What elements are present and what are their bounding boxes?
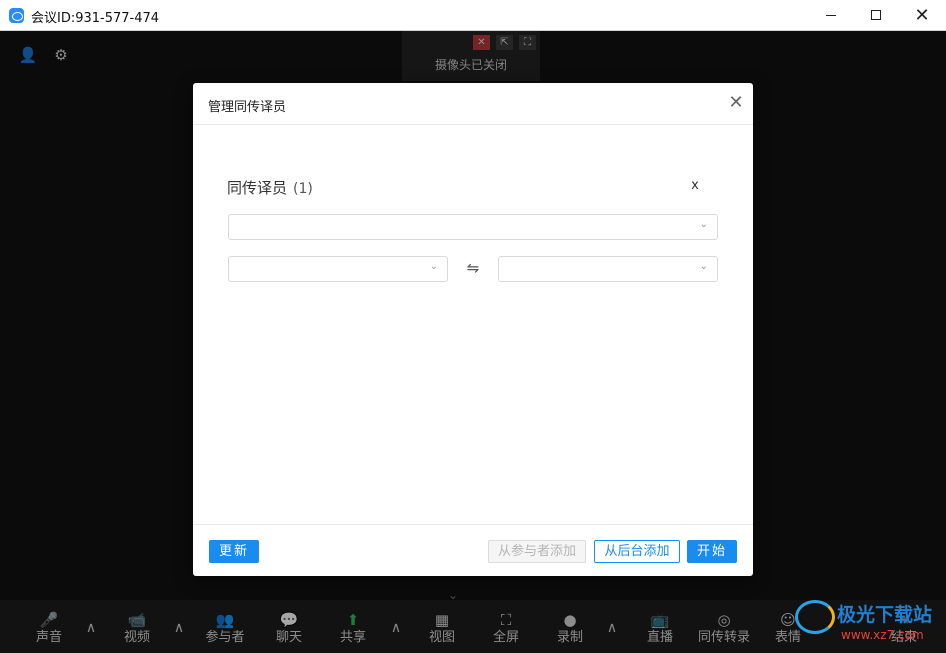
maximize-button[interactable] — [853, 0, 899, 30]
maximize-icon — [871, 10, 881, 20]
minimize-button[interactable] — [808, 0, 854, 30]
watermark: 极光下载站 www.xz7.com — [795, 598, 945, 653]
watermark-logo-icon — [795, 600, 835, 634]
remove-interpreter-icon[interactable]: x — [688, 179, 702, 193]
add-from-participants-button[interactable]: 从参与者添加 — [488, 540, 586, 563]
watermark-brand: 极光下载站 — [837, 604, 933, 626]
window-titlebar: 会议ID:931-577-474 ✕ — [0, 0, 946, 31]
chevron-down-icon: ⌄ — [699, 219, 708, 230]
app-logo-icon — [9, 8, 24, 23]
interpreter-select[interactable]: ⌄ — [228, 214, 718, 240]
minimize-icon — [826, 14, 836, 16]
target-language-select[interactable]: ⌄ — [498, 256, 718, 282]
dialog-header: 管理同传译员 ✕ — [193, 83, 753, 125]
window-title: 会议ID:931-577-474 — [31, 11, 160, 26]
watermark-url: www.xz7.com — [841, 628, 924, 642]
manage-interpreters-dialog: 管理同传译员 ✕ 同传译员 (1) x ⌄ ⌄ ⇋ ⌄ 更新 从参与者添加 从后台… — [193, 83, 753, 576]
swap-languages-icon: ⇋ — [466, 259, 480, 277]
chevron-down-icon: ⌄ — [699, 261, 708, 272]
close-icon: ✕ — [914, 4, 930, 26]
update-button[interactable]: 更新 — [209, 540, 259, 563]
chevron-down-icon: ⌄ — [429, 261, 438, 272]
dialog-title: 管理同传译员 — [208, 100, 287, 115]
interpreters-section-title: 同传译员 (1) — [227, 177, 313, 198]
add-from-backend-button[interactable]: 从后台添加 — [594, 540, 680, 563]
dialog-close-icon[interactable]: ✕ — [727, 94, 745, 112]
start-button[interactable]: 开始 — [687, 540, 737, 563]
section-title-text: 同传译员 — [227, 179, 288, 197]
source-language-select[interactable]: ⌄ — [228, 256, 448, 282]
interpreter-count: (1) — [293, 181, 313, 197]
close-window-button[interactable]: ✕ — [899, 0, 945, 30]
